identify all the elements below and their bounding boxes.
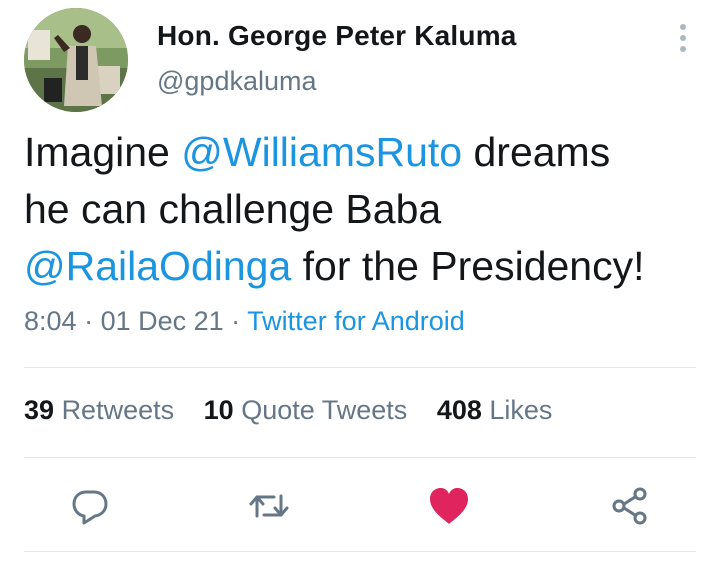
- tweet-line-3: @RailaOdinga for the Presidency!: [24, 238, 704, 295]
- more-vertical-icon[interactable]: [676, 24, 690, 58]
- tweet-meta: 8:04 · 01 Dec 21 · Twitter for Android: [24, 306, 465, 337]
- share-icon: [612, 487, 647, 525]
- tweet-text-segment: dreams: [462, 129, 611, 175]
- action-bar: [0, 480, 720, 532]
- tweet-source[interactable]: Twitter for Android: [247, 306, 465, 336]
- tweet-line-1: Imagine @WilliamsRuto dreams: [24, 124, 704, 181]
- tweet-date[interactable]: 01 Dec 21: [101, 306, 224, 336]
- avatar[interactable]: [24, 8, 128, 112]
- heart-icon: [430, 488, 468, 524]
- quotes-stat[interactable]: 10 Quote Tweets: [204, 395, 408, 425]
- tweet-stats: 39 Retweets 10 Quote Tweets 408 Likes: [24, 395, 574, 426]
- quotes-label: Quote Tweets: [241, 395, 408, 425]
- likes-count: 408: [436, 395, 482, 425]
- retweet-button[interactable]: [243, 480, 295, 532]
- mention-link[interactable]: @RailaOdinga: [24, 243, 291, 289]
- likes-stat[interactable]: 408 Likes: [437, 395, 553, 425]
- retweet-icon: [249, 494, 289, 518]
- separator: ·: [76, 306, 101, 336]
- tweet-time[interactable]: 8:04: [24, 306, 77, 336]
- separator: ·: [223, 306, 248, 336]
- retweets-stat[interactable]: 39 Retweets: [24, 395, 174, 425]
- likes-label: Likes: [489, 395, 553, 425]
- reply-icon: [72, 490, 108, 525]
- user-handle[interactable]: @gpdkaluma: [157, 66, 517, 97]
- display-name[interactable]: Hon. George Peter Kaluma: [157, 20, 517, 52]
- quotes-count: 10: [203, 395, 234, 425]
- tweet-text-segment: Imagine: [24, 129, 182, 175]
- tweet-text: Imagine @WilliamsRuto dreams he can chal…: [24, 124, 704, 295]
- tweet-header: Hon. George Peter Kaluma @gpdkaluma: [24, 8, 696, 112]
- retweets-label: Retweets: [61, 395, 175, 425]
- divider: [24, 551, 696, 552]
- divider: [24, 367, 696, 368]
- retweets-count: 39: [24, 395, 55, 425]
- tweet-line-2: he can challenge Baba: [24, 186, 442, 232]
- reply-button[interactable]: [64, 480, 116, 532]
- tweet-text-segment: for the Presidency!: [291, 243, 645, 289]
- mention-link[interactable]: @WilliamsRuto: [181, 129, 462, 175]
- share-button[interactable]: [603, 480, 655, 532]
- divider: [24, 457, 696, 458]
- like-button[interactable]: [423, 480, 475, 532]
